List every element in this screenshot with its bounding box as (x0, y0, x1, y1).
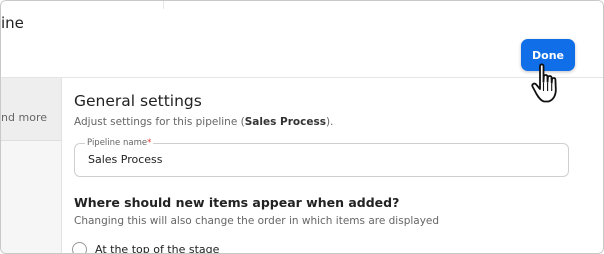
title-bar: ine Done (1, 1, 603, 78)
section-description-prefix: Adjust settings for this pipeline ( (74, 116, 245, 128)
placement-question: Where should new items appear when added… (74, 195, 400, 210)
radio-button[interactable] (72, 241, 87, 253)
pipeline-name-label: Pipeline name* (85, 138, 154, 148)
pipeline-name-emphasis: Sales Process (244, 116, 326, 128)
section-title: General settings (74, 92, 202, 110)
settings-window: ine Done nd more General settings Adjust… (0, 0, 604, 254)
sidebar-item-find-more[interactable]: nd more (1, 78, 61, 141)
hand-pointer-cursor-icon (531, 63, 557, 103)
required-asterisk: * (147, 138, 152, 148)
section-description: Adjust settings for this pipeline (Sales… (74, 116, 333, 128)
pipeline-name-value[interactable]: Sales Process (88, 153, 163, 166)
placement-description: Changing this will also change the order… (74, 215, 440, 227)
divider (163, 1, 164, 9)
section-description-suffix: ). (325, 116, 334, 128)
radio-label: At the top of the stage (95, 242, 220, 254)
settings-panel: General settings Adjust settings for thi… (62, 78, 603, 254)
pipeline-name-label-text: Pipeline name (87, 138, 148, 148)
sidebar: nd more (1, 78, 62, 253)
page-title: ine (1, 14, 24, 32)
radio-option-top[interactable]: At the top of the stage (72, 241, 220, 254)
sidebar-item-label: nd more (1, 111, 47, 124)
pipeline-name-field[interactable]: Pipeline name* Sales Process (74, 138, 569, 177)
